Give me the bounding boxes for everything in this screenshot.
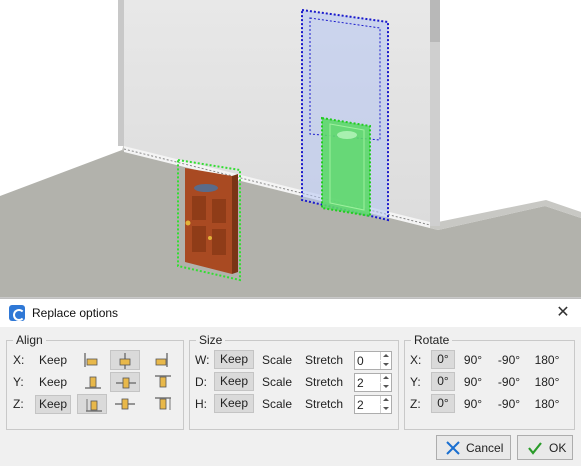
size-d-up-icon[interactable] xyxy=(380,374,391,382)
align-y-min-icon[interactable] xyxy=(77,372,107,392)
size-legend: Size xyxy=(196,333,226,347)
size-d-stretch[interactable]: Stretch xyxy=(300,373,348,392)
rotate-z-label: Z: xyxy=(410,397,421,411)
size-h-value[interactable] xyxy=(357,397,379,412)
align-y-keep[interactable]: Keep xyxy=(35,373,71,392)
align-z-keep[interactable]: Keep xyxy=(35,395,71,414)
rotate-y-90[interactable]: 90° xyxy=(459,373,487,392)
size-h-spinner xyxy=(354,395,392,414)
size-h-up-icon[interactable] xyxy=(380,396,391,404)
rotate-z-0[interactable]: 0° xyxy=(431,394,455,413)
size-w-up-icon[interactable] xyxy=(380,352,391,360)
size-d-spinner xyxy=(354,373,392,392)
rotate-y-label: Y: xyxy=(410,375,421,389)
size-w-keep[interactable]: Keep xyxy=(214,350,254,369)
size-h-stretch[interactable]: Stretch xyxy=(300,395,348,414)
align-x-min-icon[interactable] xyxy=(77,350,107,370)
align-x-keep[interactable]: Keep xyxy=(35,351,71,370)
cancel-x-icon xyxy=(446,441,460,455)
dialog-title: Replace options xyxy=(32,306,119,320)
ok-button[interactable]: OK xyxy=(517,435,573,460)
rotate-x-0[interactable]: 0° xyxy=(431,350,455,369)
size-w-value[interactable] xyxy=(357,353,379,368)
ok-label: OK xyxy=(549,441,567,455)
size-w-scale[interactable]: Scale xyxy=(258,351,296,370)
close-icon[interactable]: ✕ xyxy=(553,303,573,323)
rotate-group: Rotate X: 0° 90° -90° 180° Y: 0° 90° -90… xyxy=(404,333,575,430)
rotate-x-90[interactable]: 90° xyxy=(459,351,487,370)
align-z-max-icon[interactable] xyxy=(147,394,177,414)
size-d-down-icon[interactable] xyxy=(380,383,391,391)
ok-check-icon xyxy=(528,442,542,455)
app-icon xyxy=(9,305,25,321)
cancel-button[interactable]: Cancel xyxy=(436,435,511,460)
rotate-y-180[interactable]: 180° xyxy=(530,373,564,392)
rotate-z-90[interactable]: 90° xyxy=(459,395,487,414)
align-group: Align X: Keep Y: Keep Z: Keep xyxy=(6,333,184,430)
size-h-scale[interactable]: Scale xyxy=(258,395,296,414)
align-y-max-icon[interactable] xyxy=(147,372,177,392)
align-legend: Align xyxy=(13,333,46,347)
size-group: Size W: Keep Scale Stretch D: Keep Scale… xyxy=(189,333,399,430)
cancel-label: Cancel xyxy=(466,441,504,455)
align-x-max-icon[interactable] xyxy=(147,350,177,370)
size-d-scale[interactable]: Scale xyxy=(258,373,296,392)
align-y-label: Y: xyxy=(13,375,24,389)
rotate-z-180[interactable]: 180° xyxy=(530,395,564,414)
rotate-x-neg90[interactable]: -90° xyxy=(493,351,525,370)
size-d-value[interactable] xyxy=(357,375,379,390)
size-w-spinner xyxy=(354,351,392,370)
size-w-down-icon[interactable] xyxy=(380,361,391,369)
size-d-keep[interactable]: Keep xyxy=(214,372,254,391)
3d-viewport[interactable] xyxy=(0,0,581,298)
rotate-x-180[interactable]: 180° xyxy=(530,351,564,370)
size-h-keep[interactable]: Keep xyxy=(214,394,254,413)
rotate-z-neg90[interactable]: -90° xyxy=(493,395,525,414)
align-y-center-icon[interactable] xyxy=(110,372,140,392)
scene-render xyxy=(0,0,581,297)
size-w-stretch[interactable]: Stretch xyxy=(300,351,348,370)
rotate-y-neg90[interactable]: -90° xyxy=(493,373,525,392)
align-x-label: X: xyxy=(13,353,25,367)
size-d-label: D: xyxy=(195,375,207,389)
title-bar: Replace options ✕ xyxy=(0,299,581,327)
size-w-label: W: xyxy=(195,353,210,367)
align-z-label: Z: xyxy=(13,397,24,411)
size-h-down-icon[interactable] xyxy=(380,405,391,413)
size-h-label: H: xyxy=(195,397,207,411)
replace-options-dialog: Replace options ✕ Align X: Keep Y: Keep … xyxy=(0,298,581,466)
align-x-center-icon[interactable] xyxy=(110,350,140,370)
wall-side xyxy=(118,0,124,146)
align-z-min-icon[interactable] xyxy=(77,394,107,414)
rotate-legend: Rotate xyxy=(411,333,453,347)
rotate-x-label: X: xyxy=(410,353,422,367)
rotate-y-0[interactable]: 0° xyxy=(431,372,455,391)
align-z-center-icon[interactable] xyxy=(110,394,140,414)
